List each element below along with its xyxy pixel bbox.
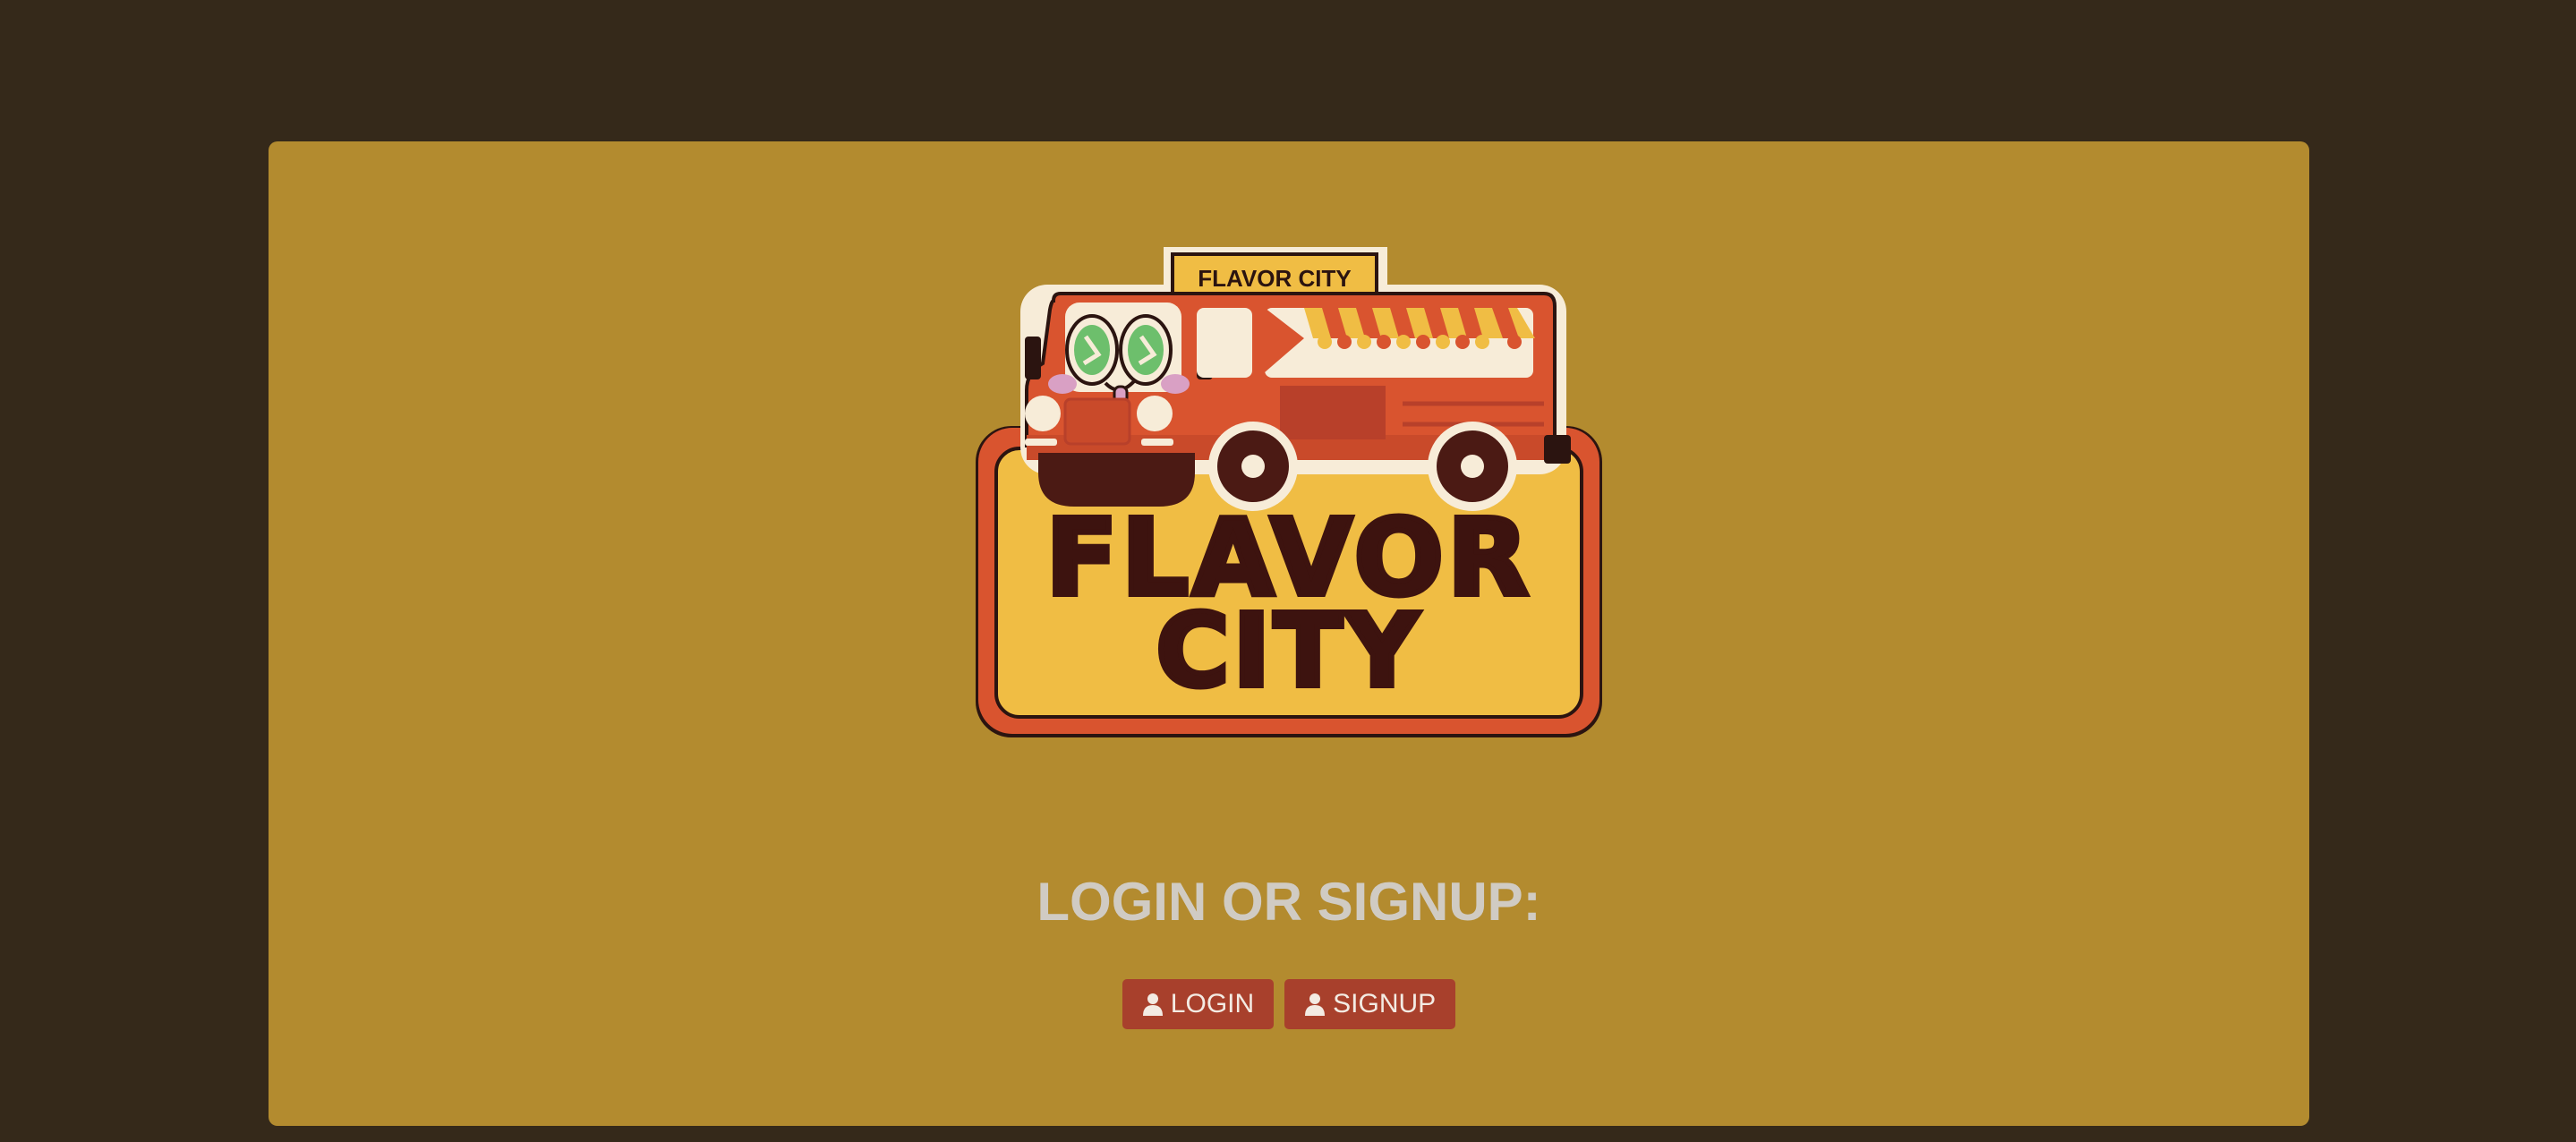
user-icon [1142,993,1163,1016]
login-button[interactable]: LOGIN [1122,979,1275,1029]
auth-heading: LOGIN OR SIGNUP: [1036,872,1541,932]
user-icon [1305,993,1326,1016]
signup-button-label: SIGNUP [1333,989,1437,1018]
signup-button[interactable]: SIGNUP [1284,979,1456,1029]
auth-button-group: LOGIN SIGNUP [269,979,2309,1029]
flavor-city-logo: FLAVOR CITY FLAVOR CITY [976,247,1602,737]
login-button-label: LOGIN [1170,989,1255,1018]
logo-sign-text: FLAVOR CITY [1198,265,1351,292]
auth-card: FLAVOR CITY FLAVOR CITY LOGIN OR SIGNUP:… [269,141,2309,1126]
logo-text-line2: CITY [1156,593,1421,710]
